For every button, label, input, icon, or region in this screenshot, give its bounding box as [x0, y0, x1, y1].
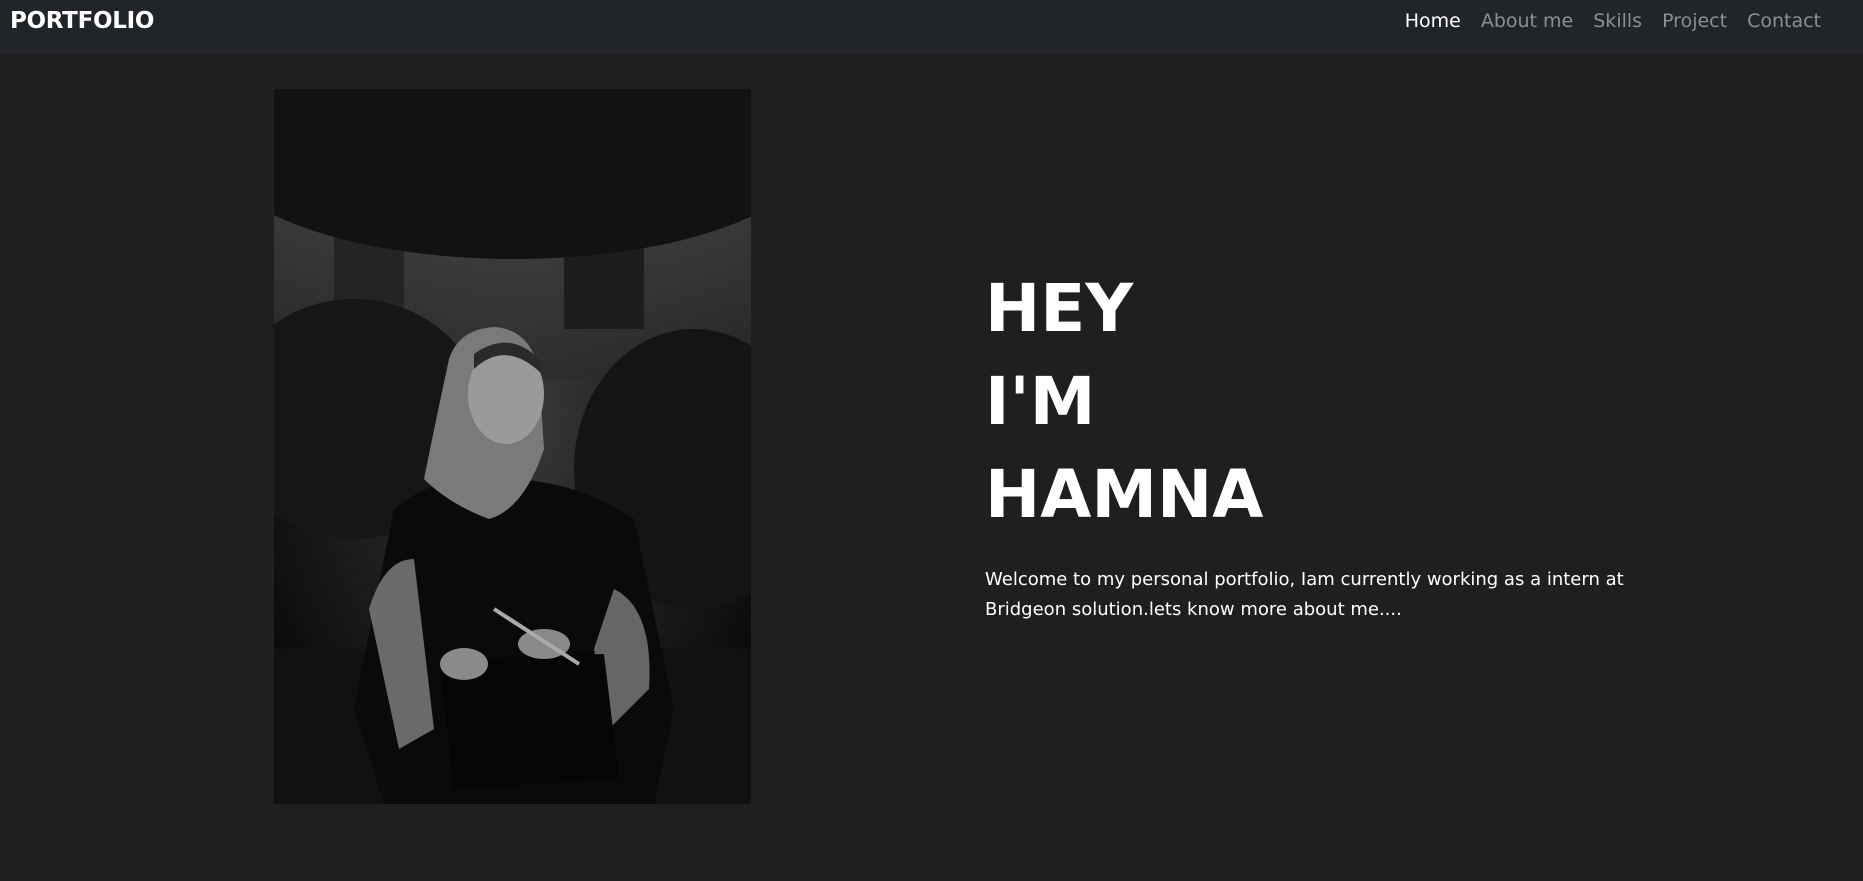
- hero-intro-text: Welcome to my personal portfolio, Iam cu…: [985, 569, 1624, 620]
- hero-section: HEY I'M HAMNA Welcome to my personal por…: [985, 262, 1625, 643]
- nav-about-me[interactable]: About me: [1471, 9, 1583, 33]
- nav-links: Home About me Skills Project Contact: [1395, 9, 1831, 33]
- brand-logo[interactable]: PORTFOLIO: [10, 7, 154, 35]
- nav-project[interactable]: Project: [1652, 9, 1737, 33]
- hero-title-line-1: HEY: [985, 270, 1134, 347]
- hero-title: HEY I'M HAMNA: [985, 262, 1625, 541]
- profile-photo: [274, 89, 751, 804]
- nav-contact[interactable]: Contact: [1737, 9, 1831, 33]
- hero-title-line-3: HAMNA: [985, 456, 1264, 533]
- nav-skills[interactable]: Skills: [1583, 9, 1652, 33]
- nav-home[interactable]: Home: [1395, 9, 1471, 33]
- hero-title-line-2: I'M: [985, 363, 1096, 440]
- top-navbar: PORTFOLIO Home About me Skills Project C…: [0, 0, 1863, 54]
